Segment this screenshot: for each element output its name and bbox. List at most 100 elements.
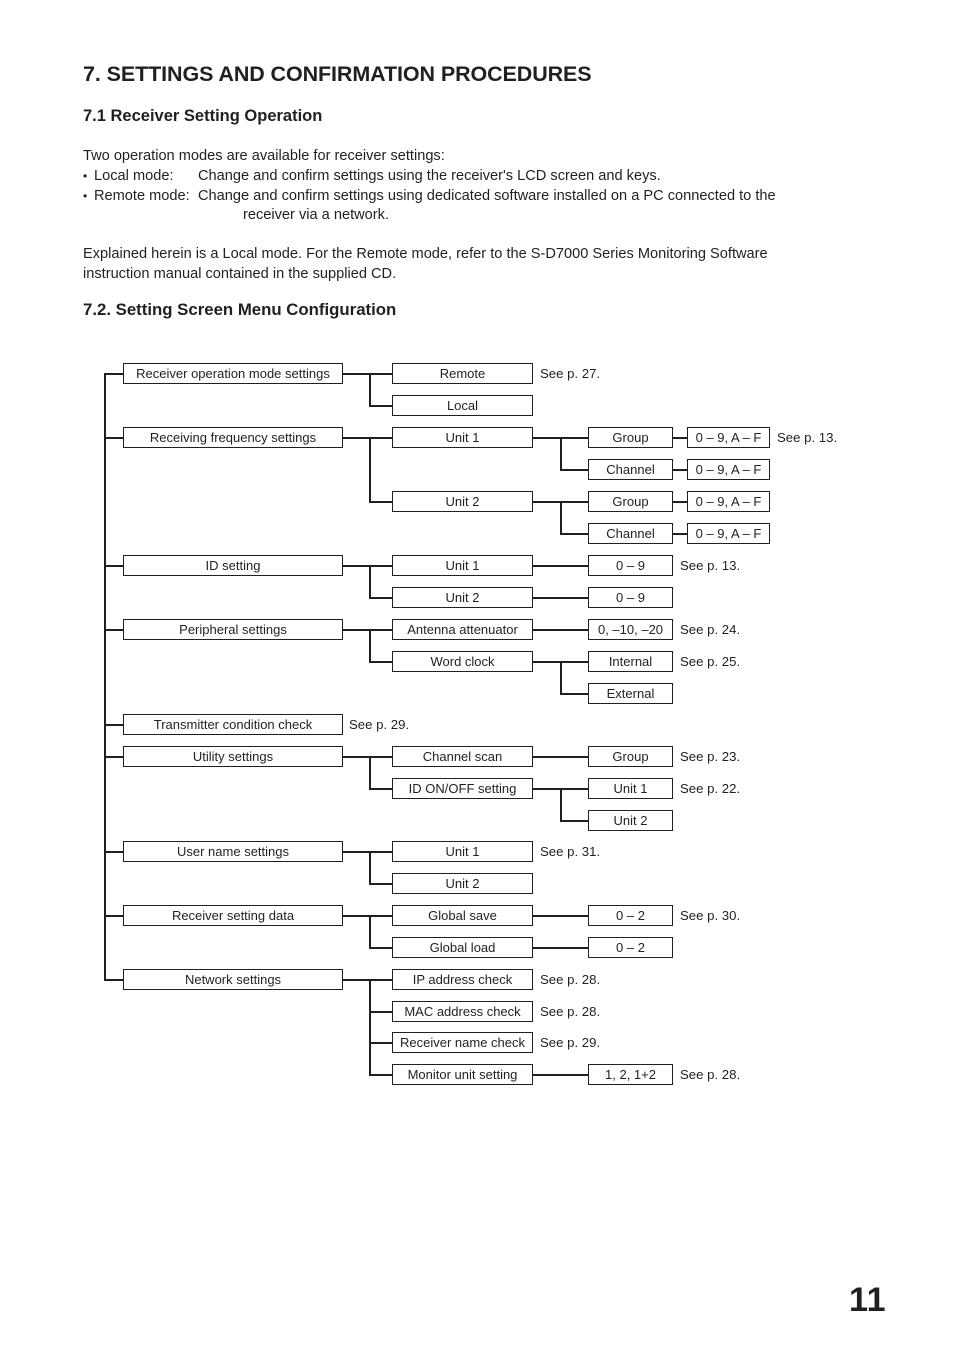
tree-connector-line: [560, 533, 588, 535]
tree-connector-line: [343, 851, 392, 853]
tree-connector-line: [560, 820, 588, 822]
tree-node-level-2: ID ON/OFF setting: [392, 778, 533, 799]
tree-connector-line: [369, 661, 392, 663]
tree-connector-line: [560, 661, 562, 693]
tree-node-level-2: IP address check: [392, 969, 533, 990]
tree-node-level-2: Unit 2: [392, 491, 533, 512]
tree-connector-line: [369, 756, 371, 788]
tree-node-level-2: Unit 2: [392, 587, 533, 608]
tree-node-level-1: Receiver operation mode settings: [123, 363, 343, 384]
tree-connector-line: [104, 373, 106, 979]
tree-connector-line: [369, 565, 371, 597]
tree-connector-line: [560, 501, 562, 533]
tree-node-level-2: Antenna attenuator: [392, 619, 533, 640]
tree-connector-line: [560, 788, 562, 820]
tree-connector-line: [104, 979, 123, 981]
page-reference-label: See p. 13.: [680, 558, 741, 573]
tree-connector-line: [104, 437, 123, 439]
page-reference-label: See p. 24.: [680, 622, 741, 637]
tree-connector-line: [369, 405, 392, 407]
tree-connector-line: [673, 533, 687, 535]
tree-connector-line: [104, 565, 123, 567]
tree-connector-line: [343, 565, 392, 567]
tree-connector-line: [104, 915, 123, 917]
tree-connector-line: [369, 629, 371, 661]
tree-connector-line: [533, 915, 588, 917]
tree-connector-line: [104, 756, 123, 758]
tree-connector-line: [369, 947, 392, 949]
tree-node-level-2: Remote: [392, 363, 533, 384]
tree-node-level-1: Utility settings: [123, 746, 343, 767]
tree-connector-line: [369, 851, 371, 883]
tree-connector-line: [343, 373, 392, 375]
page-number: 11: [849, 1281, 886, 1319]
tree-connector-line: [533, 1074, 588, 1076]
tree-connector-line: [673, 469, 687, 471]
tree-node-level-1: Receiving frequency settings: [123, 427, 343, 448]
tree-node-level-2: Receiver name check: [392, 1032, 533, 1053]
tree-node-level-2: Unit 1: [392, 555, 533, 576]
tree-connector-line: [369, 1074, 392, 1076]
tree-node-level-3: 0, –10, –20: [588, 619, 673, 640]
tree-node-level-2: Local: [392, 395, 533, 416]
tree-node-level-4: 0 – 9, A – F: [687, 491, 770, 512]
page-reference-label: See p. 22.: [680, 781, 741, 796]
tree-connector-line: [560, 469, 588, 471]
tree-node-level-3: 0 – 2: [588, 905, 673, 926]
tree-connector-line: [369, 373, 371, 405]
tree-node-level-2: Unit 2: [392, 873, 533, 894]
tree-connector-line: [560, 437, 562, 469]
tree-connector-line: [533, 597, 588, 599]
tree-node-level-3: Internal: [588, 651, 673, 672]
tree-connector-line: [369, 1011, 392, 1013]
tree-connector-line: [343, 915, 392, 917]
tree-node-level-1: Network settings: [123, 969, 343, 990]
page-reference-label: See p. 27.: [540, 366, 601, 381]
tree-node-level-4: 0 – 9, A – F: [687, 427, 770, 448]
tree-connector-line: [673, 437, 687, 439]
tree-connector-line: [369, 883, 392, 885]
page-reference-label: See p. 29.: [349, 717, 410, 732]
tree-connector-line: [343, 437, 392, 439]
tree-node-level-1: Peripheral settings: [123, 619, 343, 640]
tree-connector-line: [104, 724, 123, 726]
tree-connector-line: [533, 629, 588, 631]
tree-connector-line: [104, 373, 123, 375]
tree-connector-line: [343, 629, 392, 631]
tree-node-level-4: 0 – 9, A – F: [687, 523, 770, 544]
tree-node-level-4: 0 – 9, A – F: [687, 459, 770, 480]
tree-connector-line: [369, 437, 371, 501]
tree-connector-line: [343, 979, 392, 981]
tree-node-level-2: Word clock: [392, 651, 533, 672]
tree-node-level-1: Transmitter condition check: [123, 714, 343, 735]
tree-connector-line: [673, 501, 687, 503]
page-reference-label: See p. 28.: [540, 1004, 601, 1019]
tree-node-level-1: Receiver setting data: [123, 905, 343, 926]
tree-connector-line: [533, 565, 588, 567]
tree-connector-line: [369, 979, 371, 1074]
tree-connector-line: [533, 947, 588, 949]
tree-node-level-1: User name settings: [123, 841, 343, 862]
tree-connector-line: [369, 915, 371, 947]
tree-node-level-3: Group: [588, 427, 673, 448]
tree-node-level-3: External: [588, 683, 673, 704]
tree-connector-line: [369, 501, 392, 503]
tree-node-level-3: Channel: [588, 523, 673, 544]
tree-connector-line: [369, 1042, 392, 1044]
tree-node-level-3: 0 – 9: [588, 587, 673, 608]
page-reference-label: See p. 31.: [540, 844, 601, 859]
tree-node-level-3: 0 – 2: [588, 937, 673, 958]
tree-node-level-3: 1, 2, 1+2: [588, 1064, 673, 1085]
page-reference-label: See p. 25.: [680, 654, 741, 669]
page-reference-label: See p. 29.: [540, 1035, 601, 1050]
tree-node-level-3: Channel: [588, 459, 673, 480]
tree-node-level-3: Unit 1: [588, 778, 673, 799]
tree-node-level-2: MAC address check: [392, 1001, 533, 1022]
tree-node-level-3: Unit 2: [588, 810, 673, 831]
tree-connector-line: [369, 597, 392, 599]
tree-connector-line: [104, 629, 123, 631]
tree-node-level-3: Group: [588, 491, 673, 512]
tree-node-level-2: Global load: [392, 937, 533, 958]
tree-node-level-1: ID setting: [123, 555, 343, 576]
tree-connector-line: [343, 756, 392, 758]
